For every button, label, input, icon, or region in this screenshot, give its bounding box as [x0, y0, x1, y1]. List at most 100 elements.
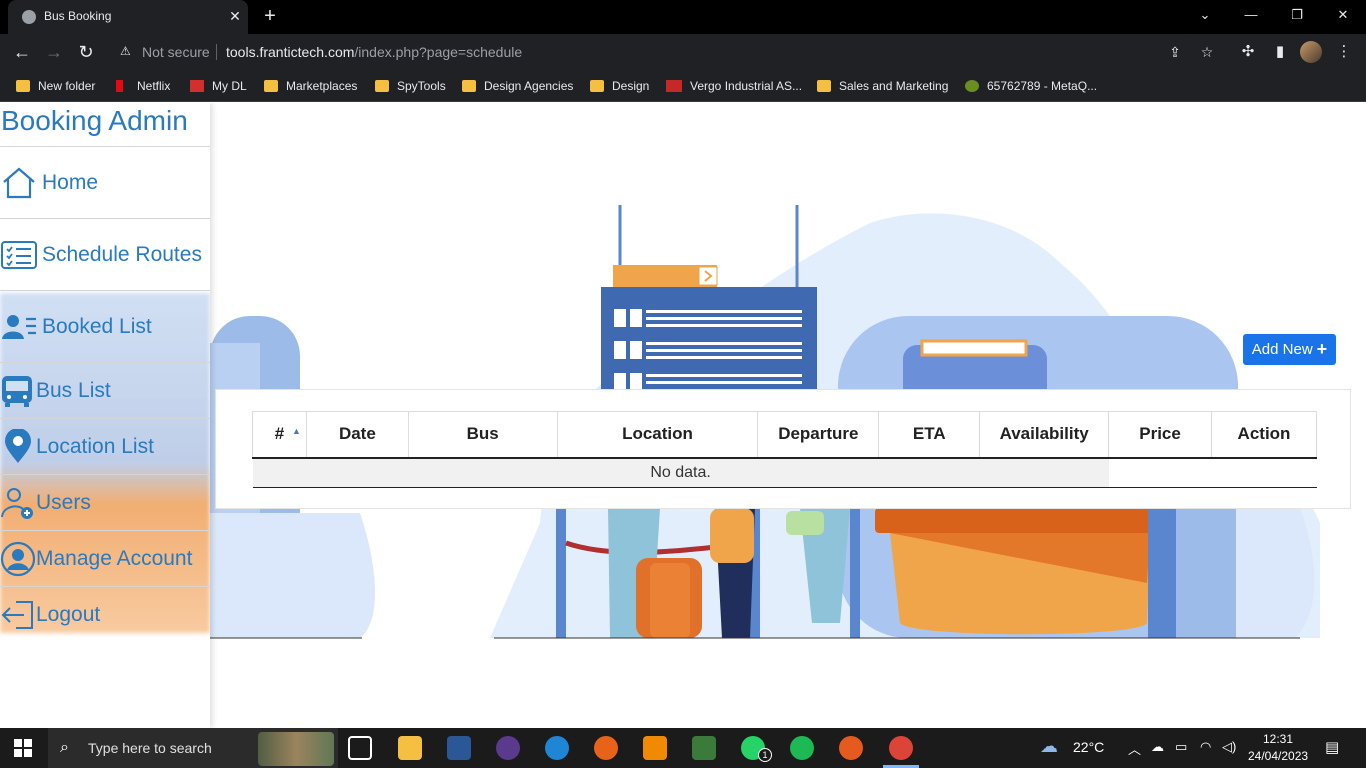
bookmark-netflix[interactable]: Netflix: [116, 77, 170, 95]
add-new-button[interactable]: Add New +: [1243, 334, 1336, 365]
extensions-icon[interactable]: ✣: [1238, 42, 1258, 62]
url-host: tools.frantictech.com: [226, 44, 355, 60]
bookmark-label: Netflix: [137, 79, 171, 93]
word-icon[interactable]: [447, 736, 471, 760]
tab-title: Bus Booking: [44, 9, 112, 23]
internet-explorer-icon[interactable]: [545, 736, 569, 760]
col-number-label: #: [274, 424, 285, 444]
add-new-label: Add New: [1251, 341, 1313, 358]
warning-icon: ⚠: [120, 44, 131, 58]
snipping-tool-icon[interactable]: [692, 736, 716, 760]
tab-search-icon[interactable]: ⌄: [1182, 0, 1228, 30]
media-player-icon[interactable]: [496, 736, 520, 760]
address-bar[interactable]: ⚠ Not secure tools.frantictech.com/index…: [108, 38, 1213, 66]
weather-icon[interactable]: ☁: [1040, 736, 1058, 757]
metaq-icon: [965, 80, 979, 92]
sidebar-item-label: Manage Account: [36, 546, 193, 570]
sidebar-item-users[interactable]: Users: [0, 475, 210, 531]
battery-icon[interactable]: ▭: [1175, 739, 1187, 755]
sidebar-item-label: Users: [36, 490, 91, 514]
bookmark-label: Marketplaces: [286, 79, 358, 93]
sidebar-item-label: Home: [42, 170, 99, 194]
restore-button[interactable]: ❐: [1274, 0, 1320, 30]
task-view-icon[interactable]: [348, 736, 372, 760]
share-icon[interactable]: ⇪: [1166, 43, 1184, 61]
bookmark-design-agencies[interactable]: Design Agencies: [462, 77, 573, 95]
bookmark-design[interactable]: Design: [590, 77, 649, 95]
folder-icon: [590, 80, 604, 92]
chevron-up-icon[interactable]: ︿: [1128, 739, 1141, 758]
bookmark-metaq[interactable]: 65762789 - MetaQ...: [965, 77, 1097, 95]
reload-button[interactable]: ↻: [74, 40, 98, 64]
taskbar-search[interactable]: ⌕ Type here to search: [48, 728, 338, 768]
menu-icon[interactable]: ⋮: [1334, 42, 1354, 62]
spotify-icon[interactable]: [790, 736, 814, 760]
not-secure-label: Not secure: [142, 44, 210, 60]
bookmark-vergo[interactable]: Vergo Industrial AS...: [666, 77, 802, 95]
col-departure[interactable]: Departure: [757, 411, 880, 459]
folder-icon: [264, 80, 278, 92]
empty-cell: [1108, 457, 1317, 488]
sidebar-item-manage-account[interactable]: Manage Account: [0, 531, 210, 587]
sidebar: Booking Admin Home Schedule Routes Booke…: [0, 103, 210, 728]
sidebar-item-home[interactable]: Home: [0, 147, 210, 219]
brave-icon[interactable]: [839, 736, 863, 760]
col-date[interactable]: Date: [305, 411, 409, 459]
clock-date: 24/04/2023: [1248, 749, 1309, 763]
schedule-table-card: # ▲ Date Bus Location Departure ETA Avail…: [215, 389, 1351, 509]
bookmark-sales-marketing[interactable]: Sales and Marketing: [817, 77, 948, 95]
folder-icon: [462, 80, 476, 92]
sidebar-item-label: Booked List: [42, 314, 152, 338]
sidebar-item-label: Bus List: [36, 378, 111, 402]
notifications-icon[interactable]: ▤: [1325, 738, 1339, 756]
col-bus[interactable]: Bus: [407, 411, 558, 459]
url-text: tools.frantictech.com/index.php?page=sch…: [226, 44, 522, 60]
file-explorer-icon[interactable]: [398, 736, 422, 760]
whatsapp-badge: 1: [758, 748, 772, 762]
star-icon[interactable]: ☆: [1198, 43, 1216, 61]
weather-temp[interactable]: 22°C: [1073, 739, 1104, 755]
sidebar-item-schedule-routes[interactable]: Schedule Routes: [0, 219, 210, 291]
col-number[interactable]: # ▲: [252, 411, 307, 459]
bookmark-marketplaces[interactable]: Marketplaces: [264, 77, 357, 95]
browser-tab[interactable]: Bus Booking ✕: [8, 0, 248, 34]
bookmark-spytools[interactable]: SpyTools: [375, 77, 446, 95]
sidebar-item-bus-list[interactable]: Bus List: [0, 363, 210, 419]
search-highlight-image: [258, 732, 334, 766]
volume-icon[interactable]: ◁): [1222, 739, 1236, 755]
bookmark-my-dl[interactable]: My DL: [190, 77, 247, 95]
close-window-button[interactable]: ✕: [1320, 0, 1366, 30]
side-panel-icon[interactable]: ▮: [1270, 42, 1290, 62]
wifi-icon[interactable]: ◠: [1200, 739, 1211, 755]
schedule-list-icon: [1, 240, 37, 269]
col-availability[interactable]: Availability: [979, 411, 1110, 459]
col-action[interactable]: Action: [1211, 411, 1317, 459]
plus-icon: +: [1316, 339, 1328, 359]
sidebar-item-location-list[interactable]: Location List: [0, 419, 210, 475]
sidebar-item-label: Logout: [36, 603, 101, 626]
windows-start-icon[interactable]: [14, 739, 32, 757]
clock[interactable]: 12:31 24/04/2023: [1248, 731, 1308, 765]
onedrive-icon[interactable]: ☁: [1151, 739, 1164, 755]
close-tab-icon[interactable]: ✕: [226, 6, 244, 26]
sidebar-item-booked-list[interactable]: Booked List: [0, 291, 210, 363]
new-tab-button[interactable]: +: [258, 4, 282, 28]
firefox-icon[interactable]: [594, 736, 618, 760]
chrome-icon[interactable]: [889, 736, 913, 760]
bookmarks-bar: New folder Netflix My DL Marketplaces Sp…: [0, 70, 1366, 102]
bookmark-new-folder[interactable]: New folder: [16, 77, 95, 95]
vlc-icon[interactable]: [643, 736, 667, 760]
sidebar-item-logout[interactable]: Logout: [0, 587, 210, 643]
app-brand[interactable]: Booking Admin: [1, 105, 188, 137]
bookmark-label: Sales and Marketing: [839, 79, 949, 93]
minimize-button[interactable]: —: [1228, 0, 1274, 30]
col-eta[interactable]: ETA: [878, 411, 981, 459]
profile-avatar[interactable]: [1300, 41, 1322, 63]
bookmark-label: New folder: [38, 79, 96, 93]
col-location[interactable]: Location: [556, 411, 759, 459]
col-price[interactable]: Price: [1108, 411, 1212, 459]
sidebar-item-label: Location List: [36, 434, 154, 458]
back-button[interactable]: ←: [10, 40, 34, 64]
forward-button[interactable]: →: [42, 40, 66, 64]
netflix-icon: [116, 80, 123, 92]
